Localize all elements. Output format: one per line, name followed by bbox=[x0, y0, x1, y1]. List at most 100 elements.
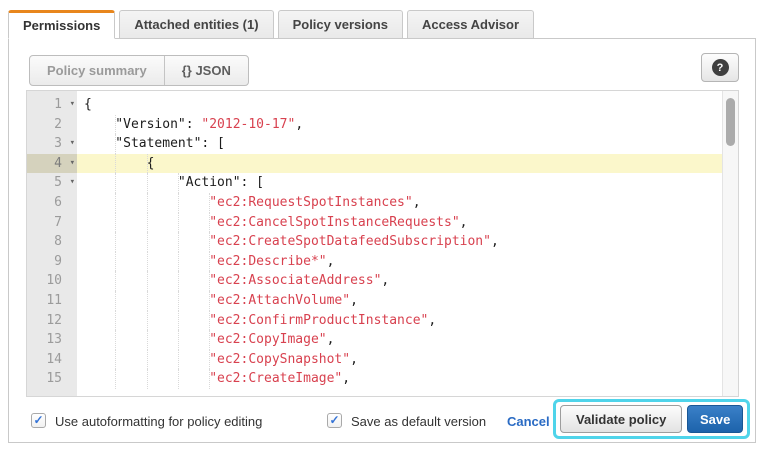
indent-guide bbox=[115, 213, 116, 233]
line-number: 2 bbox=[27, 115, 77, 135]
code-text: "ec2:AssociateAddress", bbox=[209, 273, 389, 288]
code-text: "ec2:RequestSpotInstances", bbox=[209, 195, 420, 210]
code-text: { bbox=[84, 97, 92, 112]
tab-policy-versions[interactable]: Policy versions bbox=[278, 10, 403, 38]
fold-arrow-icon[interactable]: ▾ bbox=[70, 154, 75, 174]
help-button[interactable]: ? bbox=[701, 53, 739, 82]
code-line: "ec2:ConfirmProductInstance", bbox=[77, 311, 722, 331]
code-text: "ec2:CopySnapshot", bbox=[209, 352, 358, 367]
code-line: "ec2:AttachVolume", bbox=[77, 291, 722, 311]
indent-guide bbox=[178, 350, 179, 370]
code-line: "Statement": [ bbox=[77, 134, 722, 154]
indent-guide bbox=[178, 232, 179, 252]
fold-arrow-icon[interactable]: ▾ bbox=[70, 95, 75, 115]
line-number[interactable]: 4▾ bbox=[27, 154, 77, 174]
code-line: "ec2:Describe*", bbox=[77, 252, 722, 272]
indent-guide bbox=[115, 271, 116, 291]
code-line: "ec2:CancelSpotInstanceRequests", bbox=[77, 213, 722, 233]
code-text: { bbox=[147, 156, 155, 171]
indent-guide bbox=[115, 134, 116, 154]
indent-guide bbox=[209, 271, 210, 291]
line-number: 6 bbox=[27, 193, 77, 213]
line-number-gutter: 1▾23▾4▾5▾6789101112131415 bbox=[27, 91, 77, 396]
code-text: "Action": [ bbox=[178, 175, 264, 190]
indent-guide bbox=[209, 252, 210, 272]
indent-guide bbox=[147, 173, 148, 193]
fold-arrow-icon[interactable]: ▾ bbox=[70, 134, 75, 154]
indent-guide bbox=[178, 271, 179, 291]
indent-guide bbox=[209, 213, 210, 233]
tab-access-advisor[interactable]: Access Advisor bbox=[407, 10, 534, 38]
code-text: "ec2:CreateImage", bbox=[209, 371, 350, 386]
indent-guide bbox=[209, 193, 210, 213]
indent-guide bbox=[147, 350, 148, 370]
autoformat-checkbox[interactable]: ✓ bbox=[31, 413, 46, 428]
indent-guide bbox=[147, 232, 148, 252]
indent-guide bbox=[209, 291, 210, 311]
code-content: { "Version": "2012-10-17", "Statement": [ {… bbox=[77, 95, 722, 389]
validate-policy-button[interactable]: Validate policy bbox=[560, 405, 682, 433]
default-version-label: Save as default version bbox=[351, 414, 486, 429]
line-number: 12 bbox=[27, 311, 77, 331]
line-number: 8 bbox=[27, 232, 77, 252]
indent-guide bbox=[147, 369, 148, 389]
scrollbar-thumb[interactable] bbox=[726, 98, 735, 146]
code-line: { bbox=[77, 95, 722, 115]
tab-permissions[interactable]: Permissions bbox=[8, 10, 115, 39]
question-mark-icon: ? bbox=[712, 59, 729, 76]
indent-guide bbox=[178, 173, 179, 193]
editor-scrollbar[interactable] bbox=[722, 91, 738, 396]
indent-guide bbox=[178, 369, 179, 389]
permissions-panel: Policy summary {} JSON ? 1▾23▾4▾5▾678910… bbox=[8, 38, 756, 443]
code-text: "ec2:Describe*", bbox=[209, 254, 334, 269]
code-line: "ec2:RequestSpotInstances", bbox=[77, 193, 722, 213]
indent-guide bbox=[115, 311, 116, 331]
line-number[interactable]: 1▾ bbox=[27, 95, 77, 115]
indent-guide bbox=[178, 193, 179, 213]
fold-arrow-icon[interactable]: ▾ bbox=[70, 173, 75, 193]
code-line: "ec2:AssociateAddress", bbox=[77, 271, 722, 291]
code-text: "Statement": [ bbox=[115, 136, 225, 151]
line-number: 10 bbox=[27, 271, 77, 291]
indent-guide bbox=[115, 193, 116, 213]
code-text: "ec2:CancelSpotInstanceRequests", bbox=[209, 215, 467, 230]
indent-guide bbox=[115, 154, 116, 174]
indent-guide bbox=[147, 330, 148, 350]
policy-summary-button[interactable]: Policy summary bbox=[30, 56, 164, 85]
cancel-link[interactable]: Cancel bbox=[507, 414, 550, 429]
indent-guide bbox=[147, 252, 148, 272]
indent-guide bbox=[178, 291, 179, 311]
indent-guide bbox=[147, 154, 148, 174]
code-line: "ec2:CopySnapshot", bbox=[77, 350, 722, 370]
code-line: "ec2:CreateSpotDatafeedSubscription", bbox=[77, 232, 722, 252]
line-number: 9 bbox=[27, 252, 77, 272]
json-view-button[interactable]: {} JSON bbox=[164, 56, 248, 85]
indent-guide bbox=[209, 369, 210, 389]
line-number[interactable]: 5▾ bbox=[27, 173, 77, 193]
default-version-checkbox[interactable]: ✓ bbox=[327, 413, 342, 428]
indent-guide bbox=[115, 252, 116, 272]
indent-guide bbox=[115, 173, 116, 193]
json-code-editor[interactable]: 1▾23▾4▾5▾6789101112131415 {"Version": "2… bbox=[26, 90, 739, 397]
indent-guide bbox=[147, 311, 148, 331]
code-line: "Version": "2012-10-17", bbox=[77, 115, 722, 135]
indent-guide bbox=[115, 330, 116, 350]
line-number[interactable]: 3▾ bbox=[27, 134, 77, 154]
tab-bar: PermissionsAttached entities (1)Policy v… bbox=[8, 10, 534, 39]
indent-guide bbox=[115, 232, 116, 252]
indent-guide bbox=[147, 213, 148, 233]
indent-guide bbox=[115, 369, 116, 389]
code-text: "ec2:CreateSpotDatafeedSubscription", bbox=[209, 234, 499, 249]
tab-attached-entities[interactable]: Attached entities (1) bbox=[119, 10, 273, 38]
line-number: 13 bbox=[27, 330, 77, 350]
code-text: "Version": "2012-10-17", bbox=[115, 117, 303, 132]
line-number: 14 bbox=[27, 350, 77, 370]
indent-guide bbox=[147, 193, 148, 213]
indent-guide bbox=[209, 330, 210, 350]
code-line: "ec2:CreateImage", bbox=[77, 369, 722, 389]
save-button[interactable]: Save bbox=[687, 405, 743, 433]
indent-guide bbox=[178, 252, 179, 272]
indent-guide bbox=[209, 232, 210, 252]
code-line: "ec2:CopyImage", bbox=[77, 330, 722, 350]
iam-policy-editor: PermissionsAttached entities (1)Policy v… bbox=[0, 0, 768, 460]
